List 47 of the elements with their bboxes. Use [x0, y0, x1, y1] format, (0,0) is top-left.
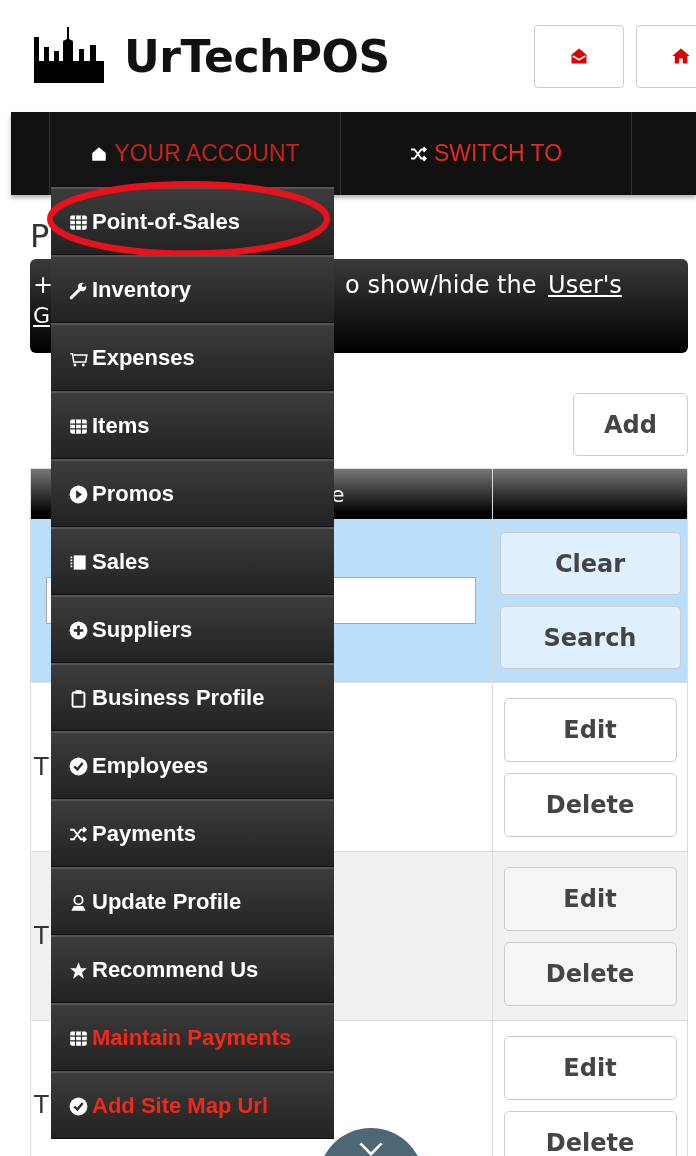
grid-icon	[69, 1028, 88, 1048]
check-circle-icon	[69, 756, 88, 776]
menu-item[interactable]: Payments	[51, 799, 334, 867]
menu-item[interactable]: Business Profile	[51, 663, 334, 731]
skyline-logo-icon	[34, 27, 104, 85]
wrench-icon	[69, 280, 88, 300]
row-action-button[interactable]: Edit	[503, 697, 677, 762]
menu-item[interactable]: Sales	[51, 527, 334, 595]
menu-item[interactable]: Inventory	[51, 255, 334, 323]
guide-link[interactable]: G	[33, 303, 51, 328]
nav-menu-item[interactable]: SWITCH TO	[341, 112, 632, 195]
row-action-button[interactable]: Delete	[503, 941, 677, 1006]
icon-button[interactable]	[534, 24, 624, 88]
book-icon	[69, 552, 88, 572]
row-action-button[interactable]: Delete	[503, 1110, 677, 1156]
filter-button[interactable]: Clear	[499, 532, 681, 595]
table-cell: T	[34, 753, 49, 781]
info-text: o show/hide the	[345, 271, 538, 299]
home-icon	[671, 46, 691, 66]
row-action-button[interactable]: Edit	[503, 866, 677, 931]
brand-name: UrTechPOS	[124, 30, 390, 82]
table-cell: T	[34, 1091, 49, 1119]
row-action-button[interactable]: Edit	[503, 1035, 677, 1100]
menu-item[interactable]: Update Profile	[51, 867, 334, 935]
menu-item[interactable]: Promos	[51, 459, 334, 527]
menu-item[interactable]: Employees	[51, 731, 334, 799]
shuffle-icon	[409, 144, 428, 163]
menu-item[interactable]: Suppliers	[51, 595, 334, 663]
filter-button[interactable]: Search	[499, 606, 681, 669]
guide-link[interactable]: User's	[548, 271, 622, 299]
menu-item[interactable]: Items	[51, 391, 334, 459]
shuffle-icon	[69, 824, 88, 844]
grid-icon	[69, 416, 88, 436]
clipboard-icon	[69, 688, 88, 708]
play-icon	[69, 484, 88, 504]
star-icon	[69, 960, 88, 980]
toggle-text[interactable]: +	[33, 271, 54, 299]
table-cell: T	[34, 922, 49, 950]
menu-item[interactable]: Expenses	[51, 323, 334, 391]
menu-item[interactable]: Recommend Us	[51, 935, 334, 1003]
add-button[interactable]: Add	[573, 393, 688, 456]
row-action-button[interactable]: Delete	[503, 772, 677, 837]
plus-circle-icon	[69, 620, 88, 640]
user-icon	[69, 892, 88, 912]
grid-icon	[69, 212, 88, 232]
check-circle-icon	[69, 1096, 88, 1116]
page-title: P	[30, 217, 50, 255]
